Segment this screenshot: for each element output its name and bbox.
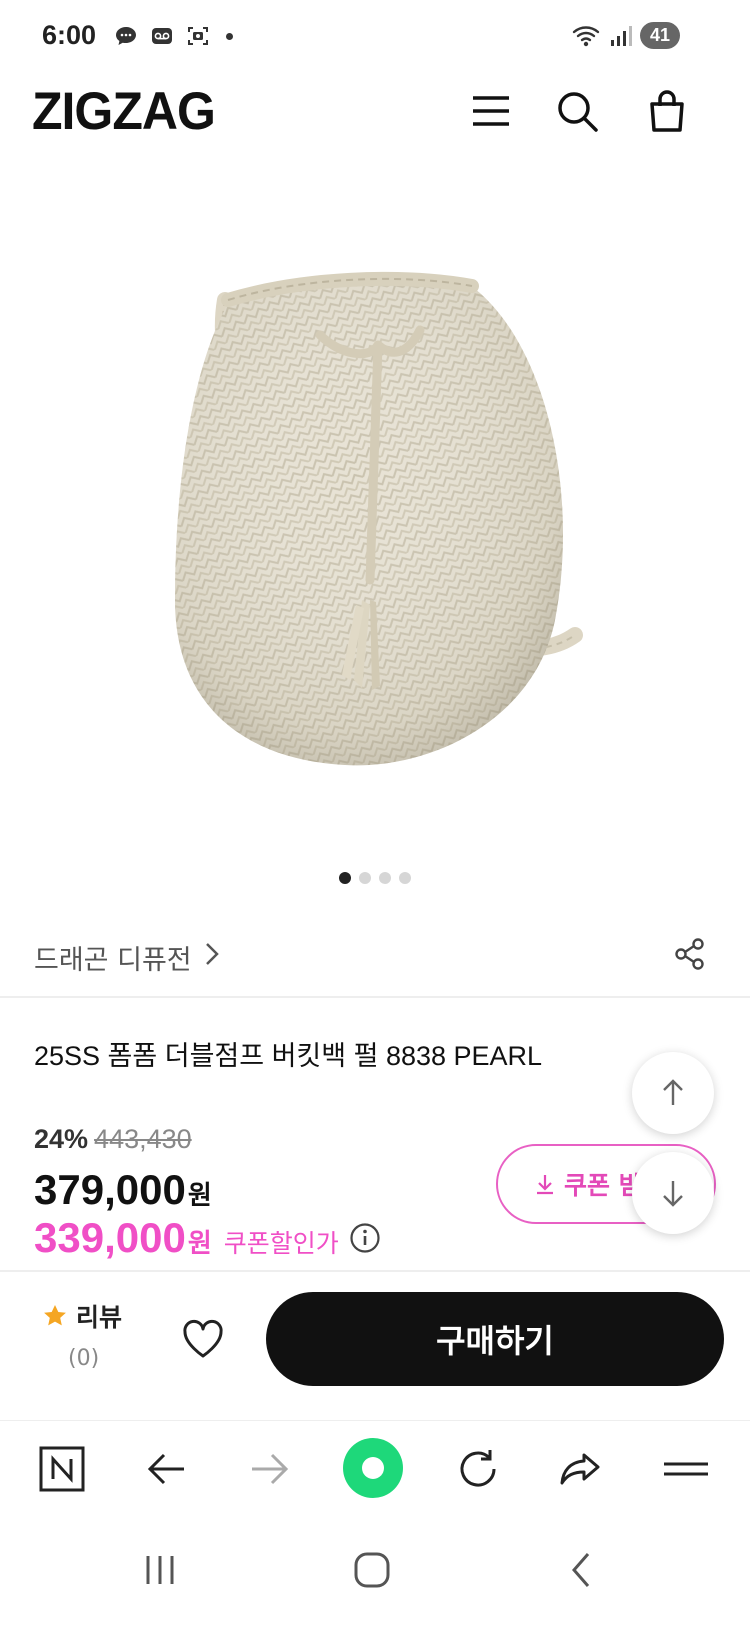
signal-icon xyxy=(610,25,632,46)
carousel-indicator xyxy=(0,872,750,884)
price-row: 379,000 원 xyxy=(34,1166,212,1214)
store-row[interactable]: 드래곤 디퓨전 xyxy=(0,926,750,998)
product-title: 25SS 폼폼 더블점프 버킷백 펄 8838 PEARL xyxy=(34,1041,543,1071)
status-bar: 6:00 41 xyxy=(0,0,750,76)
battery-indicator: 41 xyxy=(639,22,680,49)
chevron-right-icon[interactable] xyxy=(202,940,222,968)
carousel-dot[interactable] xyxy=(379,872,391,884)
scroll-up-button[interactable] xyxy=(632,1052,714,1134)
status-notification-icons xyxy=(114,24,233,48)
coupon-price-unit: 원 xyxy=(187,1228,212,1258)
back-arrow-icon[interactable] xyxy=(142,1445,190,1493)
app-header: ZIGZAG xyxy=(0,76,750,160)
purchase-bar: 리뷰 (0) 구매하기 xyxy=(0,1270,750,1420)
store-name[interactable]: 드래곤 디퓨전 xyxy=(34,938,192,977)
status-right-icons: 41 xyxy=(572,22,680,49)
star-icon xyxy=(44,1305,66,1326)
refresh-icon[interactable] xyxy=(454,1445,502,1493)
share-icon[interactable] xyxy=(672,936,708,972)
screenshot-icon xyxy=(188,27,208,45)
product-image[interactable] xyxy=(0,160,750,860)
review-summary[interactable]: 리뷰 (0) xyxy=(42,1298,122,1371)
browser-toolbar xyxy=(0,1420,750,1520)
share-arrow-icon[interactable] xyxy=(556,1445,604,1493)
heart-icon[interactable] xyxy=(180,1316,226,1362)
coupon-price-row: 339,000 원 쿠폰할인가 xyxy=(34,1214,381,1262)
home-icon[interactable] xyxy=(352,1550,392,1590)
naver-home-icon[interactable] xyxy=(38,1445,86,1493)
discount-rate: 24% xyxy=(34,1124,89,1154)
back-icon[interactable] xyxy=(562,1550,602,1590)
chat-bubble-icon xyxy=(116,27,136,45)
sale-price: 379,000 xyxy=(34,1166,186,1213)
review-count: (0) xyxy=(68,1346,100,1371)
naver-green-dot-icon[interactable] xyxy=(342,1437,404,1499)
status-time: 6:00 xyxy=(42,20,97,50)
price-unit: 원 xyxy=(187,1180,212,1210)
android-navigation-bar xyxy=(0,1520,750,1625)
shopping-bag-icon[interactable] xyxy=(644,88,690,134)
info-icon[interactable] xyxy=(349,1222,381,1254)
original-price: 443,430 xyxy=(94,1124,192,1154)
coupon-label: 쿠폰할인가 xyxy=(223,1230,339,1258)
more-notifications-dot xyxy=(226,32,233,40)
arrow-down-icon xyxy=(663,1181,683,1207)
arrow-up-icon xyxy=(663,1079,683,1105)
carousel-dot[interactable] xyxy=(359,872,371,884)
carousel-dot-active[interactable] xyxy=(339,872,351,884)
zigzag-logo[interactable]: ZIGZAG xyxy=(32,81,216,142)
coupon-price: 339,000 xyxy=(34,1214,186,1261)
search-icon[interactable] xyxy=(554,88,600,134)
recent-apps-icon[interactable] xyxy=(140,1550,180,1590)
coupon-button-label: 쿠폰 받 xyxy=(564,1171,642,1200)
scroll-down-button[interactable] xyxy=(632,1152,714,1234)
wifi-icon xyxy=(572,25,600,46)
download-icon xyxy=(537,1175,553,1195)
forward-arrow-icon[interactable] xyxy=(246,1445,294,1493)
menu-lines-icon[interactable] xyxy=(662,1445,710,1493)
menu-icon[interactable] xyxy=(468,88,514,134)
carousel-dot[interactable] xyxy=(399,872,411,884)
review-label: 리뷰 xyxy=(76,1303,123,1332)
buy-button[interactable]: 구매하기 xyxy=(266,1292,724,1386)
discount-row: 24% 443,430 xyxy=(34,1124,192,1155)
woven-bucket-bag-image xyxy=(175,271,583,766)
voicemail-icon xyxy=(152,28,172,44)
